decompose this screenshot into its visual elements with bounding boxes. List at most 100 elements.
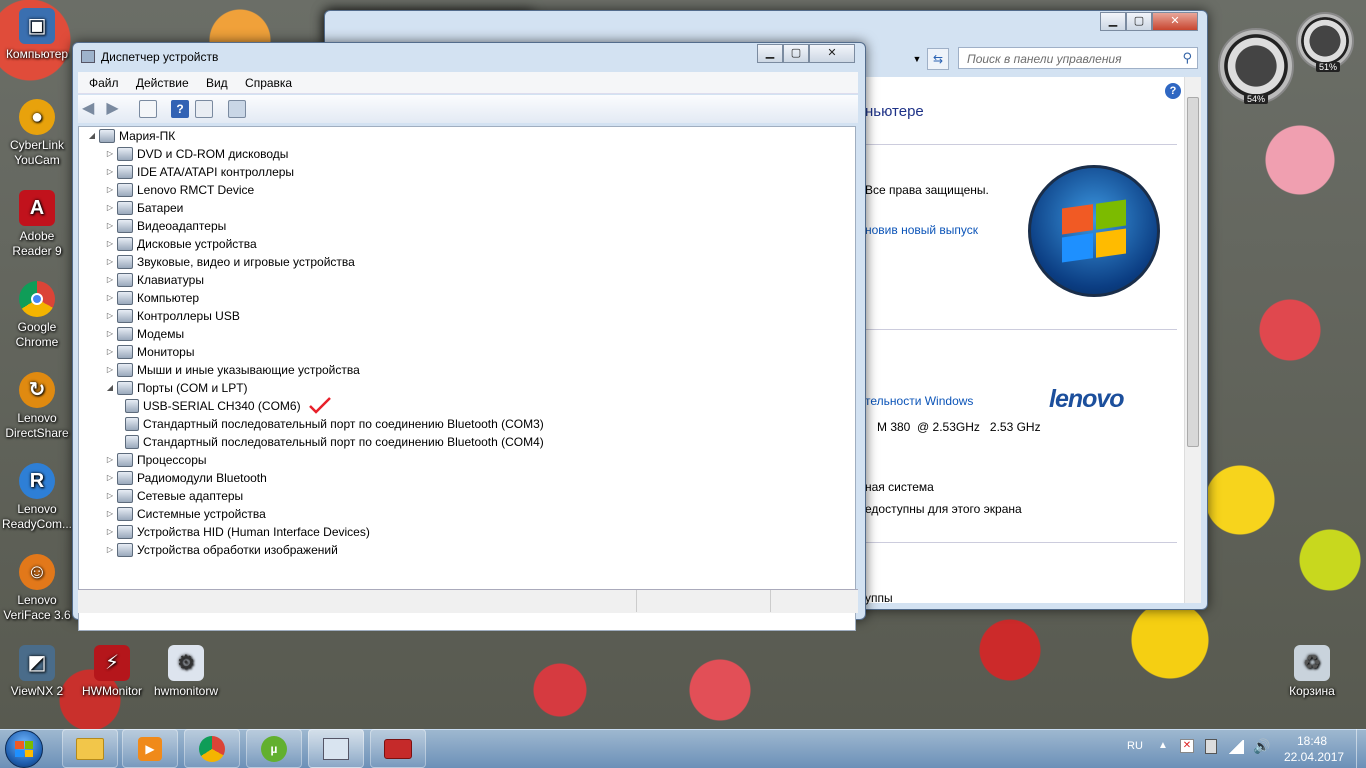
tree-category[interactable]: ▷ Батареи: [105, 199, 183, 217]
properties-icon[interactable]: [195, 100, 214, 118]
menu-action[interactable]: Действие: [129, 72, 196, 94]
desktop-icon-readycomm[interactable]: R Lenovo ReadyCom...: [1, 463, 73, 532]
desktop-icon-chrome[interactable]: Google Chrome: [1, 281, 73, 350]
tree-category[interactable]: ▷ Компьютер: [105, 289, 199, 307]
collapse-arrow-icon[interactable]: ◢: [87, 127, 97, 145]
tree-category[interactable]: ▷ Процессоры: [105, 451, 207, 469]
tree-root[interactable]: ◢ Мария-ПК: [87, 127, 175, 145]
desktop-icon-hwmonitor[interactable]: ⚡ HWMonitor: [76, 645, 148, 699]
menu-file[interactable]: Файл: [78, 72, 126, 94]
taskbar-media-player[interactable]: ▶: [122, 729, 178, 768]
desktop-icon-veriface[interactable]: ☺ Lenovo VeriFace 3.6: [1, 554, 73, 623]
expand-arrow-icon[interactable]: ▷: [105, 253, 115, 271]
taskbar-utorrent[interactable]: µ: [246, 729, 302, 768]
expand-arrow-icon[interactable]: ▷: [105, 163, 115, 181]
scan-hardware-icon[interactable]: [227, 100, 246, 118]
desktop-icon-viewnx[interactable]: ◩ ViewNX 2: [1, 645, 73, 699]
expand-arrow-icon[interactable]: ▷: [105, 289, 115, 307]
expand-arrow-icon[interactable]: ▷: [105, 145, 115, 163]
expand-arrow-icon[interactable]: ▷: [105, 235, 115, 253]
close-button[interactable]: ✕: [809, 44, 855, 63]
show-hide-tree-icon[interactable]: [138, 100, 157, 118]
new-release-link[interactable]: новив новый выпуск: [865, 223, 978, 237]
back-arrow-icon[interactable]: ◀: [82, 100, 100, 118]
tree-category[interactable]: ▷ Устройства обработки изображений: [105, 541, 338, 559]
tree-category[interactable]: ▷ Сетевые адаптеры: [105, 487, 243, 505]
tray-overflow-icon[interactable]: ▲: [1158, 740, 1168, 751]
expand-arrow-icon[interactable]: ▷: [105, 469, 115, 487]
taskbar-device-manager[interactable]: [308, 729, 364, 768]
desktop-icon-directshare[interactable]: ↻ Lenovo DirectShare: [1, 372, 73, 441]
tree-category[interactable]: ▷ Системные устройства: [105, 505, 266, 523]
cpu-meter-gadget[interactable]: 54% 51%: [1218, 12, 1363, 104]
desktop-icon-adobe-reader[interactable]: A Adobe Reader 9: [1, 190, 73, 259]
tree-category[interactable]: ▷ Видеоадаптеры: [105, 217, 226, 235]
tree-category[interactable]: ▷ Модемы: [105, 325, 184, 343]
tree-category[interactable]: ▷ Дисковые устройства: [105, 235, 257, 253]
expand-arrow-icon[interactable]: ▷: [105, 325, 115, 343]
action-center-icon[interactable]: ✕: [1180, 739, 1194, 753]
search-box[interactable]: Поиск в панели управления ⚲: [958, 47, 1198, 69]
expand-arrow-icon[interactable]: ▷: [105, 523, 115, 541]
minimize-button[interactable]: ▁: [1100, 12, 1126, 31]
tree-category[interactable]: ▷ Радиомодули Bluetooth: [105, 469, 267, 487]
help-icon[interactable]: ?: [1165, 83, 1181, 99]
address-dropdown-icon[interactable]: ▼: [909, 49, 925, 69]
minimize-button[interactable]: ▁: [757, 44, 783, 63]
vertical-scrollbar[interactable]: [1184, 77, 1201, 603]
expand-arrow-icon[interactable]: ▷: [105, 361, 115, 379]
port-bluetooth-com4[interactable]: Стандартный последовательный порт по сое…: [123, 433, 544, 451]
tree-category[interactable]: ▷ Lenovo RMCT Device: [105, 181, 254, 199]
menu-view[interactable]: Вид: [199, 72, 235, 94]
desktop-icon-cyberlink[interactable]: ● CyberLink YouCam: [1, 99, 73, 168]
device-manager-icon: [323, 737, 349, 760]
help-icon[interactable]: ?: [171, 100, 190, 118]
expand-arrow-icon[interactable]: ▷: [105, 451, 115, 469]
desktop-icon-hwmonitorw[interactable]: ⚙ hwmonitorw: [150, 645, 222, 699]
expand-arrow-icon[interactable]: ▷: [105, 343, 115, 361]
tree-category[interactable]: ▷ DVD и CD-ROM дисководы: [105, 145, 288, 163]
device-tree[interactable]: ◢ Мария-ПК ▷ DVD и CD-ROM дисководы ▷ IDE A…: [78, 126, 856, 631]
tree-category[interactable]: ◢ Порты (COM и LPT): [105, 379, 248, 397]
performance-index-link[interactable]: тельности Windows: [865, 394, 973, 408]
desktop-icon-recycle-bin[interactable]: ♻ Корзина: [1276, 645, 1348, 699]
taskbar-toolbox[interactable]: [370, 729, 426, 768]
tree-category[interactable]: ▷ Мониторы: [105, 343, 194, 361]
desktop-icon-computer[interactable]: ▣ Компьютер: [1, 8, 73, 62]
show-desktop-button[interactable]: [1356, 729, 1366, 768]
clock-date[interactable]: 22.04.2017: [1284, 750, 1344, 764]
close-button[interactable]: ✕: [1152, 12, 1198, 31]
scrollbar-thumb[interactable]: [1187, 97, 1199, 447]
tree-category[interactable]: ▷ Устройства HID (Human Interface Devices…: [105, 523, 370, 541]
taskbar-chrome[interactable]: [184, 729, 240, 768]
expand-arrow-icon[interactable]: ▷: [105, 541, 115, 559]
maximize-button[interactable]: ▢: [783, 44, 809, 63]
clock-time[interactable]: 18:48: [1297, 734, 1327, 748]
port-ch340[interactable]: USB-SERIAL CH340 (COM6): [123, 397, 333, 415]
taskbar-explorer[interactable]: [62, 729, 118, 768]
device-manager-window[interactable]: Диспетчер устройств ▁ ▢ ✕ Файл Действие …: [72, 42, 866, 631]
language-indicator[interactable]: RU: [1127, 740, 1143, 752]
expand-arrow-icon[interactable]: ▷: [105, 199, 115, 217]
expand-arrow-icon[interactable]: ▷: [105, 307, 115, 325]
expand-arrow-icon[interactable]: ▷: [105, 217, 115, 235]
collapse-arrow-icon[interactable]: ◢: [105, 379, 115, 397]
tree-category[interactable]: ▷ Клавиатуры: [105, 271, 204, 289]
expand-arrow-icon[interactable]: ▷: [105, 487, 115, 505]
start-button[interactable]: [5, 730, 43, 768]
volume-icon[interactable]: 🔊: [1253, 738, 1270, 755]
maximize-button[interactable]: ▢: [1126, 12, 1152, 31]
menu-help[interactable]: Справка: [238, 72, 299, 94]
refresh-button[interactable]: ⇆: [927, 48, 949, 70]
tree-category[interactable]: ▷ Звуковые, видео и игровые устройства: [105, 253, 355, 271]
tree-category[interactable]: ▷ Контроллеры USB: [105, 307, 240, 325]
tree-category[interactable]: ▷ IDE ATA/ATAPI контроллеры: [105, 163, 294, 181]
power-icon[interactable]: [1205, 739, 1217, 754]
forward-arrow-icon[interactable]: ▶: [106, 100, 124, 118]
expand-arrow-icon[interactable]: ▷: [105, 505, 115, 523]
port-bluetooth-com3[interactable]: Стандартный последовательный порт по сое…: [123, 415, 544, 433]
expand-arrow-icon[interactable]: ▷: [105, 181, 115, 199]
tree-category[interactable]: ▷ Мыши и иные указывающие устройства: [105, 361, 360, 379]
network-signal-icon[interactable]: [1228, 740, 1244, 754]
expand-arrow-icon[interactable]: ▷: [105, 271, 115, 289]
